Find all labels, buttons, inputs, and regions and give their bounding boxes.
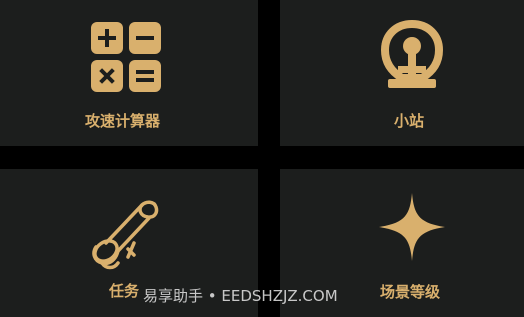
tile-label: 小站 xyxy=(394,112,425,130)
watermark-text: 易享助手 • EEDSHZJZ.COM xyxy=(143,287,338,305)
train-station-icon xyxy=(380,19,444,96)
four-point-star-icon xyxy=(377,191,447,267)
tile-label: 攻速计算器 xyxy=(85,112,161,130)
tile-attack-speed-calculator[interactable]: 攻速计算器 xyxy=(0,0,258,146)
tile-label: 任务 xyxy=(109,282,140,300)
tile-station[interactable]: 小站 xyxy=(280,0,524,146)
scroll-icon xyxy=(88,189,166,277)
calculator-icon xyxy=(89,20,165,100)
tile-label: 场景等级 xyxy=(380,283,441,301)
